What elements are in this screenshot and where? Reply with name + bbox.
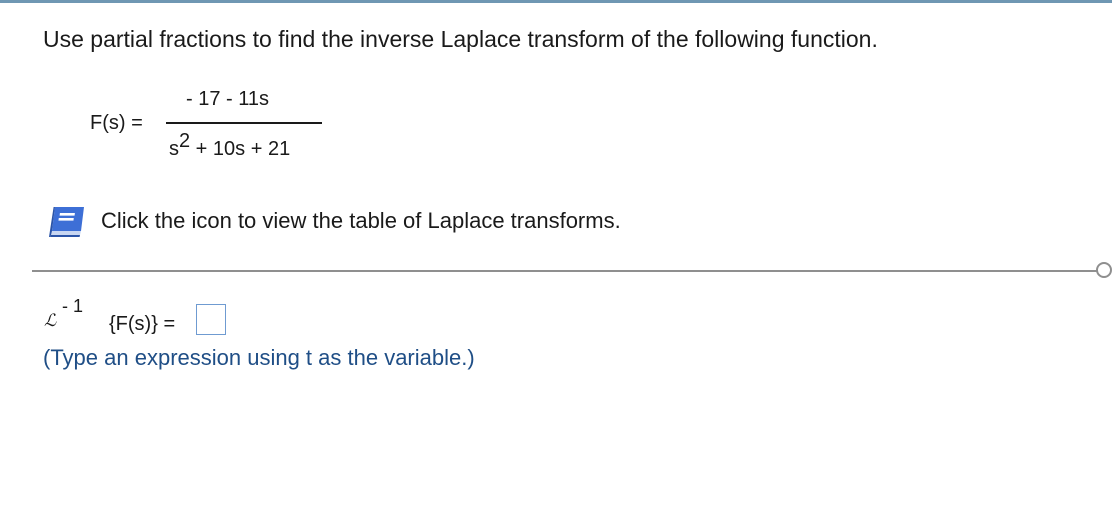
fraction-denominator: s2 + 10s + 21 bbox=[169, 131, 291, 161]
inverse-exponent: - 1 bbox=[62, 296, 84, 316]
section-divider bbox=[32, 270, 1104, 272]
book-icon[interactable] bbox=[46, 204, 88, 238]
divider-handle[interactable] bbox=[1096, 262, 1112, 278]
fraction-bar bbox=[166, 122, 322, 124]
denominator-rest: + 10s + 21 bbox=[190, 138, 291, 160]
denominator-base: s bbox=[169, 138, 179, 160]
laplace-operator-symbol: ℒ bbox=[44, 311, 57, 331]
laplace-table-link-text[interactable]: Click the icon to view the table of Lapl… bbox=[101, 208, 621, 234]
top-rule bbox=[0, 0, 1112, 3]
question-prompt: Use partial fractions to find the invers… bbox=[43, 26, 878, 52]
answer-input[interactable] bbox=[196, 304, 226, 335]
laplace-table-link[interactable]: Click the icon to view the table of Lapl… bbox=[46, 204, 621, 238]
answer-lhs: {F(s)} = bbox=[109, 313, 176, 335]
denominator-exponent: 2 bbox=[179, 130, 191, 152]
function-label: F(s) = bbox=[90, 112, 143, 134]
answer-hint: (Type an expression using t as the varia… bbox=[43, 345, 475, 370]
fraction-numerator: - 17 - 11s bbox=[186, 88, 269, 110]
